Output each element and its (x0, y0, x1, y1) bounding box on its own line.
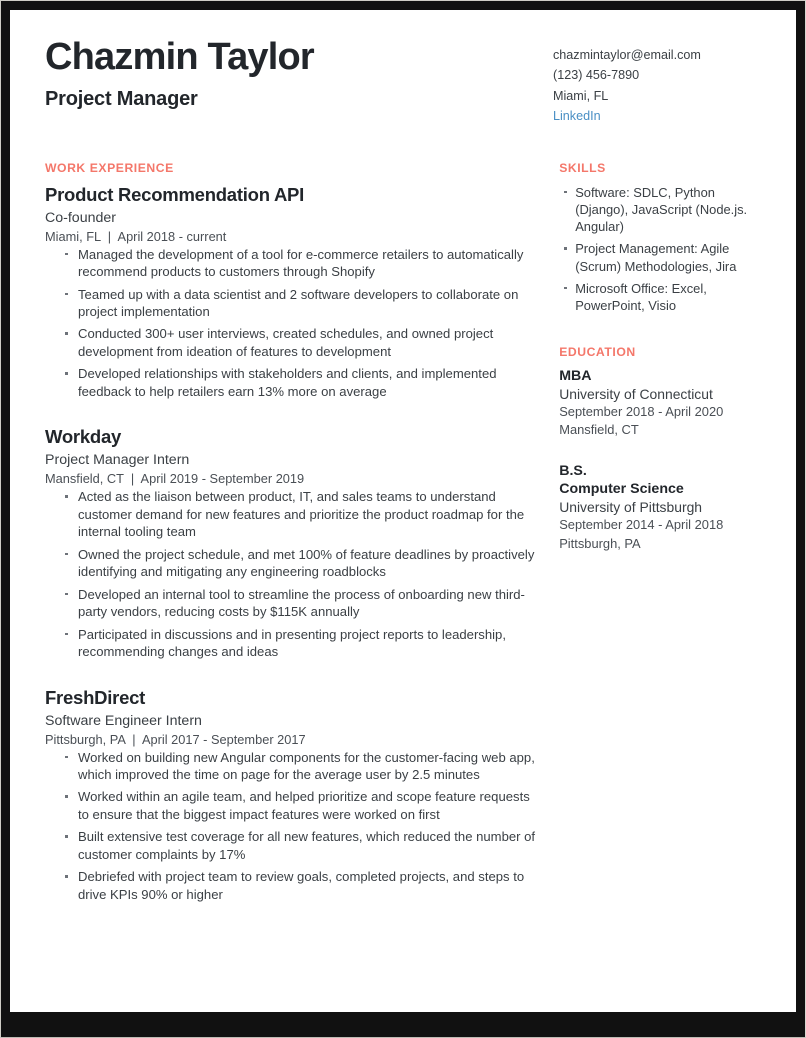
contact-location: Miami, FL (553, 88, 609, 103)
screenshot-frame: Chazmin Taylor Project Manager chazminta… (0, 0, 806, 1038)
skill-item: Project Management: Agile (Scrum) Method… (564, 240, 768, 275)
job-bullet: Worked on building new Angular component… (64, 749, 542, 784)
job-role: Project Manager Intern (45, 452, 190, 469)
education-degree: B.S. (559, 462, 587, 479)
education-dates: September 2018 - April 2020 (559, 403, 724, 419)
job-location-dates: Pittsburgh, PA | April 2017 - September … (45, 731, 306, 747)
skills-list: Software: SDLC, Python (Django), JavaScr… (559, 184, 768, 315)
contact-linkedin-link[interactable]: LinkedIn (553, 106, 768, 126)
resume-header: Chazmin Taylor Project Manager chazminta… (45, 36, 768, 127)
resume-page: Chazmin Taylor Project Manager chazminta… (10, 10, 796, 1012)
job-organization: Product Recommendation API (45, 183, 305, 205)
job-location-dates: Miami, FL | April 2018 - current (45, 228, 227, 244)
education-dates: September 2014 - April 2018 (559, 516, 724, 532)
header-identity: Chazmin Taylor Project Manager (45, 36, 315, 111)
job-bullet: Managed the development of a tool for e-… (64, 246, 542, 281)
job-organization: FreshDirect (45, 686, 146, 708)
document-viewport: Chazmin Taylor Project Manager chazminta… (10, 10, 796, 1012)
job-bullet: Participated in discussions and in prese… (64, 626, 542, 661)
job-bullet-list: Worked on building new Angular component… (45, 749, 542, 904)
contact-block: chazmintaylor@email.com (123) 456-7890 M… (553, 36, 768, 127)
education-location: Mansfield, CT (559, 422, 639, 438)
work-experience-heading: WORK EXPERIENCE (45, 160, 174, 175)
job-bullet: Acted as the liaison between product, IT… (64, 488, 542, 540)
education-location: Pittsburgh, PA (559, 535, 641, 551)
job-bullet: Conducted 300+ user interviews, created … (64, 325, 542, 360)
job-bullet: Debriefed with project team to review go… (64, 868, 542, 903)
education-entry: MBA University of Connecticut September … (559, 368, 768, 440)
contact-email[interactable]: chazmintaylor@email.com (553, 45, 768, 65)
skills-section: SKILLS Software: SDLC, Python (Django), … (559, 161, 768, 315)
job-entry: Workday Project Manager Intern Mansfield… (45, 426, 542, 660)
job-bullet: Teamed up with a data scientist and 2 so… (64, 286, 542, 321)
job-role: Co-founder (45, 209, 116, 226)
job-bullet-list: Acted as the liaison between product, IT… (45, 488, 542, 660)
sidebar-column: SKILLS Software: SDLC, Python (Django), … (559, 161, 768, 904)
resume-body: WORK EXPERIENCE Product Recommendation A… (45, 161, 768, 904)
job-bullet-list: Managed the development of a tool for e-… (45, 246, 542, 401)
job-entry: FreshDirect Software Engineer Intern Pit… (45, 687, 542, 904)
skill-item: Microsoft Office: Excel, PowerPoint, Vis… (564, 280, 768, 315)
job-bullet: Developed relationships with stakeholder… (64, 365, 542, 400)
job-entry: Product Recommendation API Co-founder Mi… (45, 184, 542, 401)
skill-item: Software: SDLC, Python (Django), JavaScr… (564, 184, 768, 236)
candidate-job-title: Project Manager (45, 87, 198, 110)
job-bullet: Worked within an agile team, and helped … (64, 788, 542, 823)
education-heading: EDUCATION (559, 344, 636, 359)
education-degree: MBA (559, 367, 592, 384)
job-bullet: Owned the project schedule, and met 100%… (64, 546, 542, 581)
education-entry: B.S. Computer Science University of Pitt… (559, 463, 768, 553)
main-column: WORK EXPERIENCE Product Recommendation A… (45, 161, 542, 904)
candidate-name: Chazmin Taylor (45, 36, 315, 78)
job-location-dates: Mansfield, CT | April 2019 - September 2… (45, 471, 305, 487)
skills-heading: SKILLS (559, 160, 606, 175)
job-bullet: Developed an internal tool to streamline… (64, 586, 542, 621)
job-role: Software Engineer Intern (45, 712, 202, 729)
education-school: University of Connecticut (559, 385, 713, 402)
education-school: University of Pittsburgh (559, 498, 703, 515)
job-bullet: Built extensive test coverage for all ne… (64, 828, 542, 863)
education-section: EDUCATION MBA University of Connecticut … (559, 345, 768, 554)
job-organization: Workday (45, 426, 122, 448)
education-degree-field: Computer Science (559, 480, 684, 497)
contact-phone[interactable]: (123) 456-7890 (553, 65, 768, 85)
